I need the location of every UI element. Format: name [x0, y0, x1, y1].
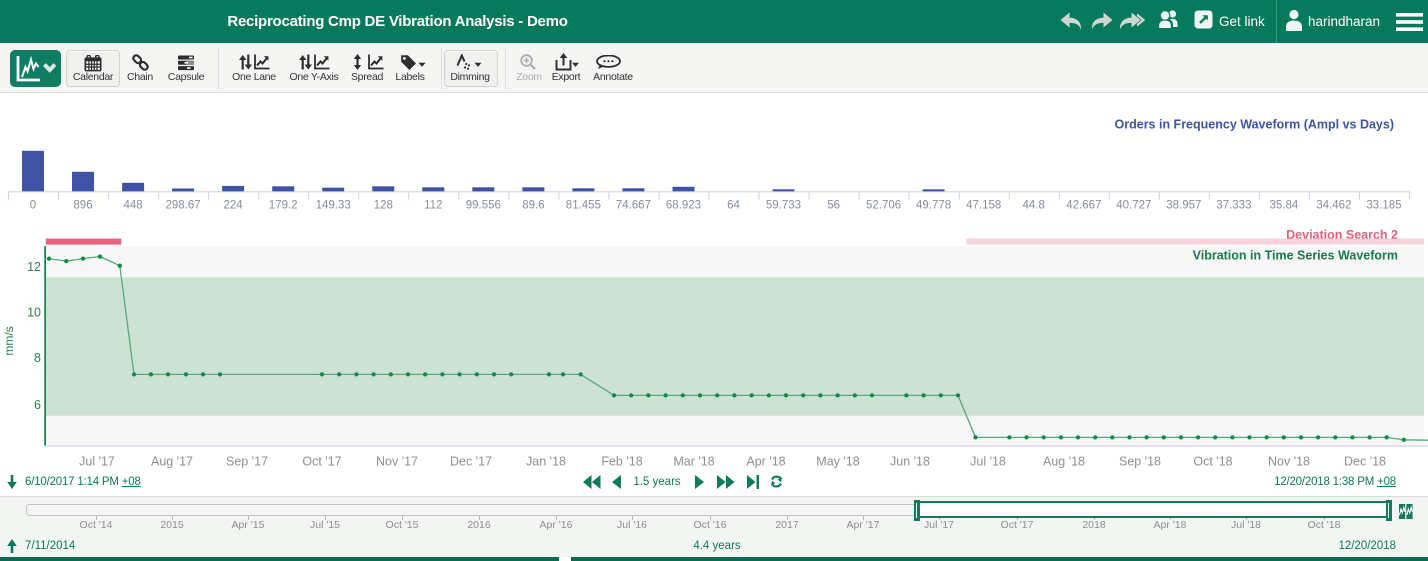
svg-text:35.84: 35.84 [1270, 200, 1299, 212]
svg-text:74.667: 74.667 [616, 200, 651, 212]
svg-text:179.2: 179.2 [269, 200, 298, 212]
svg-text:Jan '18: Jan '18 [526, 454, 566, 468]
svg-text:10: 10 [27, 305, 41, 319]
svg-text:52.706: 52.706 [866, 200, 901, 212]
svg-text:0: 0 [30, 200, 36, 212]
svg-text:42.667: 42.667 [1066, 200, 1101, 212]
svg-text:56: 56 [827, 200, 840, 212]
svg-text:Aug '17: Aug '17 [151, 454, 193, 468]
svg-text:Jun '18: Jun '18 [890, 454, 930, 468]
svg-text:Nov '18: Nov '18 [1268, 454, 1310, 468]
svg-text:Vibration in Time Series Wavef: Vibration in Time Series Waveform [1193, 249, 1398, 263]
svg-text:Sep '17: Sep '17 [226, 454, 268, 468]
svg-text:224: 224 [224, 200, 244, 212]
svg-text:Jul '18: Jul '18 [970, 454, 1006, 468]
svg-text:8: 8 [34, 351, 41, 365]
svg-text:896: 896 [73, 200, 92, 212]
svg-text:99.556: 99.556 [466, 200, 501, 212]
svg-text:128: 128 [374, 200, 393, 212]
svg-text:149.33: 149.33 [316, 200, 351, 212]
svg-text:Feb '18: Feb '18 [601, 454, 642, 468]
svg-text:40.727: 40.727 [1116, 200, 1151, 212]
svg-text:34.462: 34.462 [1316, 200, 1351, 212]
svg-text:6: 6 [34, 398, 41, 412]
svg-text:Orders in Frequency Waveform (: Orders in Frequency Waveform (Ampl vs Da… [1115, 118, 1394, 132]
svg-text:Oct '17: Oct '17 [302, 454, 341, 468]
svg-text:12: 12 [27, 260, 41, 274]
svg-text:Jul '17: Jul '17 [79, 454, 115, 468]
svg-text:Dec '18: Dec '18 [1344, 454, 1386, 468]
svg-text:May '18: May '18 [816, 454, 859, 468]
svg-text:38.957: 38.957 [1166, 200, 1201, 212]
svg-text:Nov '17: Nov '17 [376, 454, 418, 468]
svg-text:47.158: 47.158 [966, 200, 1001, 212]
svg-text:64: 64 [727, 200, 740, 212]
svg-text:Oct '18: Oct '18 [1193, 454, 1232, 468]
svg-text:448: 448 [124, 200, 143, 212]
svg-text:81.455: 81.455 [566, 200, 601, 212]
svg-text:Dec '17: Dec '17 [450, 454, 492, 468]
svg-text:49.778: 49.778 [916, 200, 951, 212]
svg-text:112: 112 [424, 200, 442, 212]
svg-text:68.923: 68.923 [666, 200, 701, 212]
svg-text:mm/s: mm/s [2, 326, 16, 355]
svg-text:Apr '18: Apr '18 [746, 454, 785, 468]
svg-text:Aug '18: Aug '18 [1043, 454, 1085, 468]
svg-text:33.185: 33.185 [1366, 200, 1401, 212]
svg-text:Sep '18: Sep '18 [1119, 454, 1161, 468]
svg-text:44.8: 44.8 [1023, 200, 1045, 212]
svg-text:89.6: 89.6 [522, 200, 544, 212]
svg-text:298.67: 298.67 [166, 200, 201, 212]
svg-text:Mar '18: Mar '18 [673, 454, 714, 468]
svg-text:37.333: 37.333 [1216, 200, 1251, 212]
svg-text:59.733: 59.733 [766, 200, 801, 212]
